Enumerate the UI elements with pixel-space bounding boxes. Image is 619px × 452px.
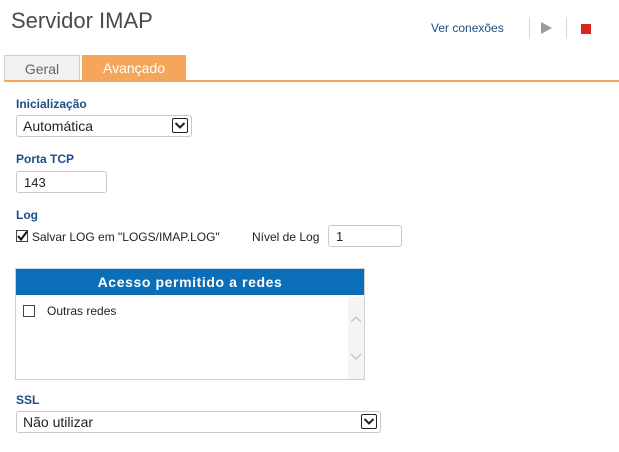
chevron-down-icon	[350, 353, 362, 361]
chevron-down-icon	[361, 414, 377, 429]
tcp-port-value: 143	[24, 174, 46, 190]
save-log-checkbox[interactable]	[16, 230, 28, 242]
save-log-label: Salvar LOG em "LOGS/IMAP.LOG"	[32, 230, 220, 244]
ssl-label: SSL	[16, 393, 40, 407]
log-level-input[interactable]: 1	[328, 225, 402, 247]
page-title: Servidor IMAP	[11, 8, 153, 33]
check-icon	[17, 230, 28, 242]
networks-header: Acesso permitido a redes	[16, 269, 364, 295]
toolbar-divider	[529, 17, 530, 39]
ssl-value: Não utilizar	[23, 414, 94, 430]
tcp-port-label: Porta TCP	[16, 152, 75, 166]
networks-scrollbar[interactable]	[348, 297, 364, 379]
startup-label: Inicialização	[16, 97, 87, 111]
view-connections-link[interactable]: Ver conexões	[431, 21, 504, 35]
tab-geral[interactable]: Geral	[4, 55, 80, 81]
startup-select[interactable]: Automática	[16, 115, 192, 137]
log-level-value: 1	[336, 228, 344, 244]
tab-avancado[interactable]: Avançado	[82, 55, 186, 81]
startup-value: Automática	[23, 118, 94, 134]
play-icon[interactable]	[541, 22, 552, 34]
ssl-select[interactable]: Não utilizar	[16, 411, 381, 433]
other-networks-checkbox[interactable]	[23, 305, 35, 317]
log-label: Log	[16, 208, 38, 222]
tab-label: Geral	[24, 60, 60, 77]
tab-label: Avançado	[102, 60, 165, 76]
stop-icon[interactable]	[581, 24, 591, 34]
chevron-down-icon	[172, 118, 188, 133]
tcp-port-input[interactable]: 143	[16, 171, 107, 193]
chevron-up-icon	[350, 315, 362, 323]
other-networks-label: Outras redes	[47, 304, 117, 318]
tab-underline	[4, 80, 619, 82]
log-level-label: Nível de Log	[252, 230, 320, 244]
toolbar-divider	[566, 17, 567, 39]
